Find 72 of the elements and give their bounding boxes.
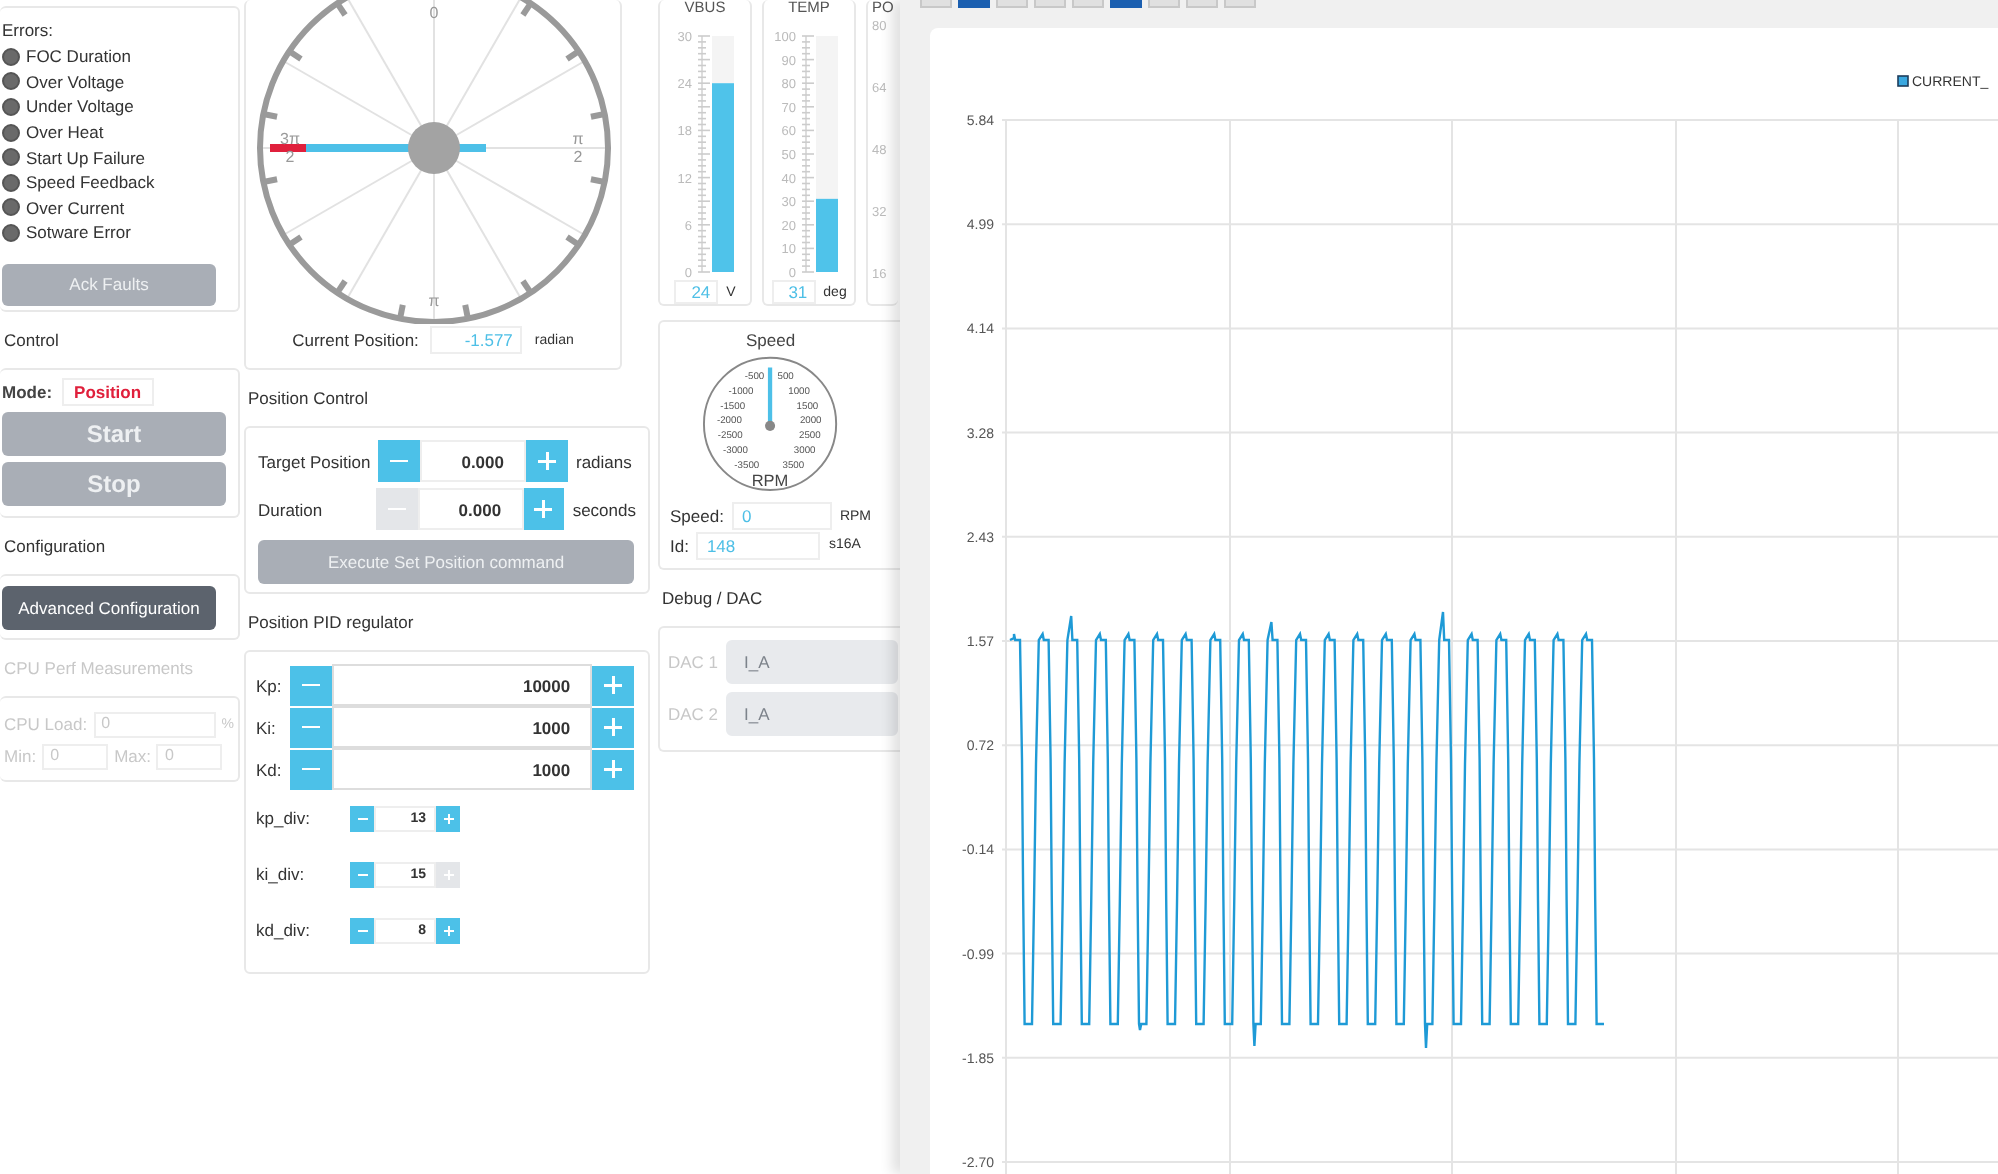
minus-icon — [357, 873, 367, 875]
plus-button[interactable] — [526, 440, 568, 482]
minus-button[interactable] — [350, 861, 374, 887]
minus-icon — [301, 683, 320, 687]
speed-label: Speed: — [670, 506, 724, 527]
number-field[interactable]: 10000 — [331, 664, 593, 706]
error-label: Over Heat — [26, 122, 104, 143]
angle-label: π — [427, 292, 439, 310]
error-label: FOC Duration — [26, 46, 131, 67]
section-title: Position PID regulator — [246, 610, 416, 636]
section-title: Position Control — [246, 386, 371, 412]
section-title: Debug / DAC — [660, 586, 765, 612]
minus-icon — [301, 767, 320, 771]
divider-label: kd_div: — [256, 920, 312, 940]
minus-button[interactable] — [378, 440, 420, 482]
minus-button[interactable] — [289, 665, 332, 705]
plus-button[interactable] — [592, 707, 634, 747]
number-field[interactable]: 0.000 — [418, 488, 524, 530]
angle-label: 0 — [428, 4, 438, 22]
id-field: 148 — [696, 531, 821, 560]
error-label: Sotware Error — [26, 222, 131, 243]
plus-button[interactable] — [436, 805, 460, 831]
angle-label: π 2 — [571, 130, 583, 166]
minus-button[interactable] — [289, 749, 332, 789]
minus-button[interactable] — [289, 707, 332, 747]
unit-label: radians — [576, 451, 632, 471]
speed-title: Speed — [746, 330, 796, 350]
number-field[interactable]: 1000 — [331, 706, 593, 748]
field-label: Target Position — [258, 451, 373, 471]
gauge-value-field: 31 — [771, 280, 816, 304]
error-label: Over Current — [26, 197, 125, 218]
legend-swatch — [1897, 75, 1909, 87]
section-title: Configuration — [2, 534, 108, 560]
id-label: Id: — [670, 535, 689, 556]
current-position-label: Current Position: — [292, 330, 419, 350]
minus-button[interactable] — [350, 805, 374, 831]
plus-icon — [443, 869, 453, 879]
plus-button[interactable] — [436, 917, 460, 943]
needle-icon — [765, 367, 776, 431]
minus-icon — [390, 459, 408, 463]
current-position-field: -1.577 — [430, 326, 523, 354]
minus-icon — [357, 929, 367, 931]
minus-icon — [301, 725, 320, 729]
section-title: Control — [2, 328, 61, 354]
mode-label: Mode: — [2, 382, 53, 402]
plus-button[interactable] — [592, 749, 634, 789]
mode-value: Position — [62, 378, 154, 406]
angle-label: 3π 2 — [279, 130, 299, 166]
error-label: Over Voltage — [26, 71, 125, 92]
plus-icon — [443, 813, 453, 823]
plus-icon — [443, 925, 453, 935]
divider-label: kp_div: — [256, 808, 312, 828]
advanced-configuration-button[interactable]: Advanced Configuration — [2, 586, 216, 630]
error-label: Speed Feedback — [26, 172, 155, 193]
gain-label: Kp: — [256, 675, 284, 695]
divider-label: ki_div: — [256, 864, 307, 884]
speed-field: 0 — [731, 502, 832, 531]
gain-label: Kd: — [256, 759, 284, 779]
minus-button[interactable] — [350, 917, 374, 943]
errors-title: Errors: — [2, 20, 55, 40]
speed-dial-face — [703, 356, 838, 491]
error-label: Start Up Failure — [26, 147, 146, 168]
minus-icon — [357, 817, 367, 819]
number-field[interactable]: 0.000 — [420, 440, 526, 482]
gain-label: Ki: — [256, 717, 278, 737]
error-label: Under Voltage — [26, 96, 134, 117]
unit-label: seconds — [572, 499, 636, 519]
field-label: Duration — [258, 499, 325, 519]
gauge-value-field: 24 — [674, 280, 719, 304]
plus-button[interactable] — [592, 665, 634, 705]
plus-button[interactable] — [523, 488, 565, 530]
number-field[interactable]: 1000 — [331, 748, 593, 790]
